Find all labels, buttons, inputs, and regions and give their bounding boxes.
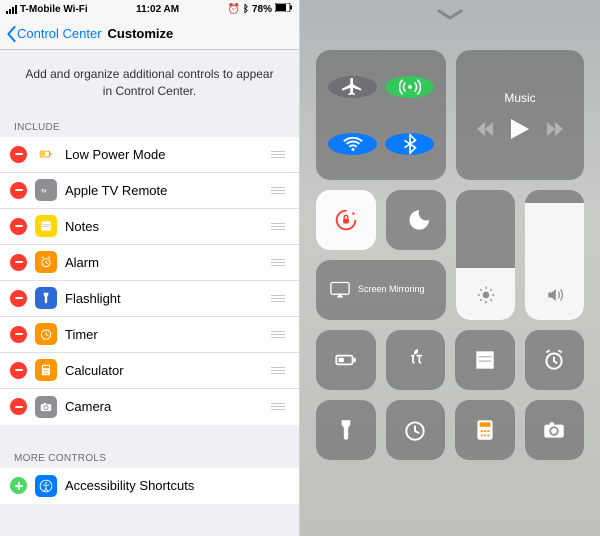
connectivity-tile[interactable] [316,50,446,180]
do-not-disturb-tile[interactable] [386,190,446,250]
bluetooth-toggle[interactable] [385,133,434,155]
row-label: Alarm [65,255,261,270]
list-item: Flashlight [0,281,299,317]
airplane-toggle[interactable] [328,76,377,98]
reorder-handle[interactable] [269,187,287,194]
row-label: Camera [65,399,261,414]
list-item: Notes [0,209,299,245]
row-label: Low Power Mode [65,147,261,162]
svg-text:tv: tv [41,188,47,194]
orientation-lock-tile[interactable] [316,190,376,250]
remove-button[interactable] [10,362,27,379]
list-item: Accessibility Shortcuts [0,468,299,504]
list-item: Low Power Mode [0,137,299,173]
brightness-slider[interactable] [456,190,515,320]
low-power-tile[interactable] [316,330,376,390]
reorder-handle[interactable] [269,259,287,266]
carrier-label: T-Mobile Wi-Fi [20,4,88,15]
control-center-screen: Music [300,0,600,536]
list-item: Timer [0,317,299,353]
calculator-icon [35,359,57,381]
description-text: Add and organize additional controls to … [0,50,299,118]
chevron-down-icon[interactable] [437,8,463,26]
list-item: tv Apple TV Remote [0,173,299,209]
battery-icon [275,3,293,15]
list-item: Camera [0,389,299,425]
back-button[interactable]: Control Center [6,26,102,42]
row-label: Accessibility Shortcuts [65,478,287,493]
clock: 11:02 AM [136,4,179,15]
forward-icon[interactable] [547,122,563,136]
reorder-handle[interactable] [269,331,287,338]
music-tile[interactable]: Music [456,50,584,180]
section-header-include: INCLUDE [0,118,299,137]
add-button[interactable] [10,477,27,494]
play-icon[interactable] [511,119,529,139]
timer-tile[interactable] [386,400,446,460]
section-header-more: MORE CONTROLS [0,449,299,468]
reorder-handle[interactable] [269,295,287,302]
reorder-handle[interactable] [269,151,287,158]
remove-button[interactable] [10,182,27,199]
row-label: Apple TV Remote [65,183,261,198]
bluetooth-icon: ᛒ [243,4,249,15]
settings-customize-screen: T-Mobile Wi-Fi 11:02 AM ⏰ ᛒ 78% Control … [0,0,300,536]
back-label: Control Center [17,26,102,41]
alarm-icon: ⏰ [228,4,240,15]
chevron-left-icon [6,26,17,42]
signal-icon [6,5,17,14]
list-item: Calculator [0,353,299,389]
screen-mirroring-tile[interactable]: Screen Mirroring [316,260,446,320]
reorder-handle[interactable] [269,223,287,230]
apple-tv-tile[interactable] [386,330,446,390]
bluetooth-icon [399,133,421,155]
calculator-tile[interactable] [455,400,515,460]
volume-slider[interactable] [525,190,584,320]
more-controls-list: Accessibility Shortcuts [0,468,299,504]
row-label: Timer [65,327,261,342]
camera-icon [35,396,57,418]
remove-button[interactable] [10,254,27,271]
alarm-tile[interactable] [525,330,585,390]
airplane-icon [342,76,364,98]
camera-tile[interactable] [525,400,585,460]
nav-bar: Control Center Customize [0,18,299,50]
screen-mirroring-icon [330,281,350,299]
remove-button[interactable] [10,326,27,343]
remove-button[interactable] [10,218,27,235]
include-list: Low Power Mode tv Apple TV Remote Notes Alar… [0,137,299,425]
remove-button[interactable] [10,398,27,415]
list-item: Alarm [0,245,299,281]
status-bar: T-Mobile Wi-Fi 11:02 AM ⏰ ᛒ 78% [0,0,299,18]
row-label: Notes [65,219,261,234]
wifi-toggle[interactable] [328,133,377,155]
reorder-handle[interactable] [269,403,287,410]
notes-tile[interactable] [455,330,515,390]
flashlight-tile[interactable] [316,400,376,460]
appletv-icon: tv [35,179,57,201]
moon-icon [403,207,429,233]
battery-icon [35,143,57,165]
flashlight-icon [35,287,57,309]
cellular-toggle[interactable] [385,76,434,98]
wifi-icon [342,133,364,155]
row-label: Calculator [65,363,261,378]
rewind-icon[interactable] [477,122,493,136]
orientation-lock-icon [332,206,360,234]
reorder-handle[interactable] [269,367,287,374]
timer-icon [35,323,57,345]
cellular-icon [399,76,421,98]
alarm-icon [35,251,57,273]
notes-icon [35,215,57,237]
brightness-icon [476,285,496,310]
screen-mirroring-label: Screen Mirroring [358,285,425,295]
row-label: Flashlight [65,291,261,306]
remove-button[interactable] [10,146,27,163]
remove-button[interactable] [10,290,27,307]
music-label: Music [504,91,535,105]
battery-label: 78% [252,4,272,15]
accessibility-icon [35,475,57,497]
volume-icon [545,285,565,310]
page-title: Customize [108,26,174,41]
